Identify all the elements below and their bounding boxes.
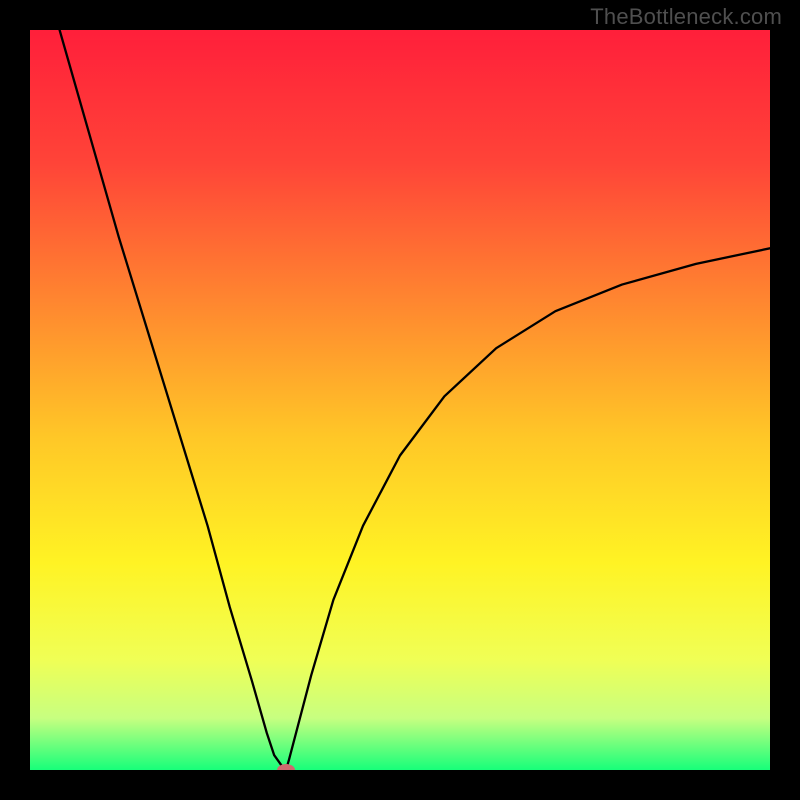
plot-area <box>30 30 770 770</box>
watermark-text: TheBottleneck.com <box>590 4 782 30</box>
chart-svg <box>30 30 770 770</box>
chart-stage: TheBottleneck.com <box>0 0 800 800</box>
gradient-background <box>30 30 770 770</box>
